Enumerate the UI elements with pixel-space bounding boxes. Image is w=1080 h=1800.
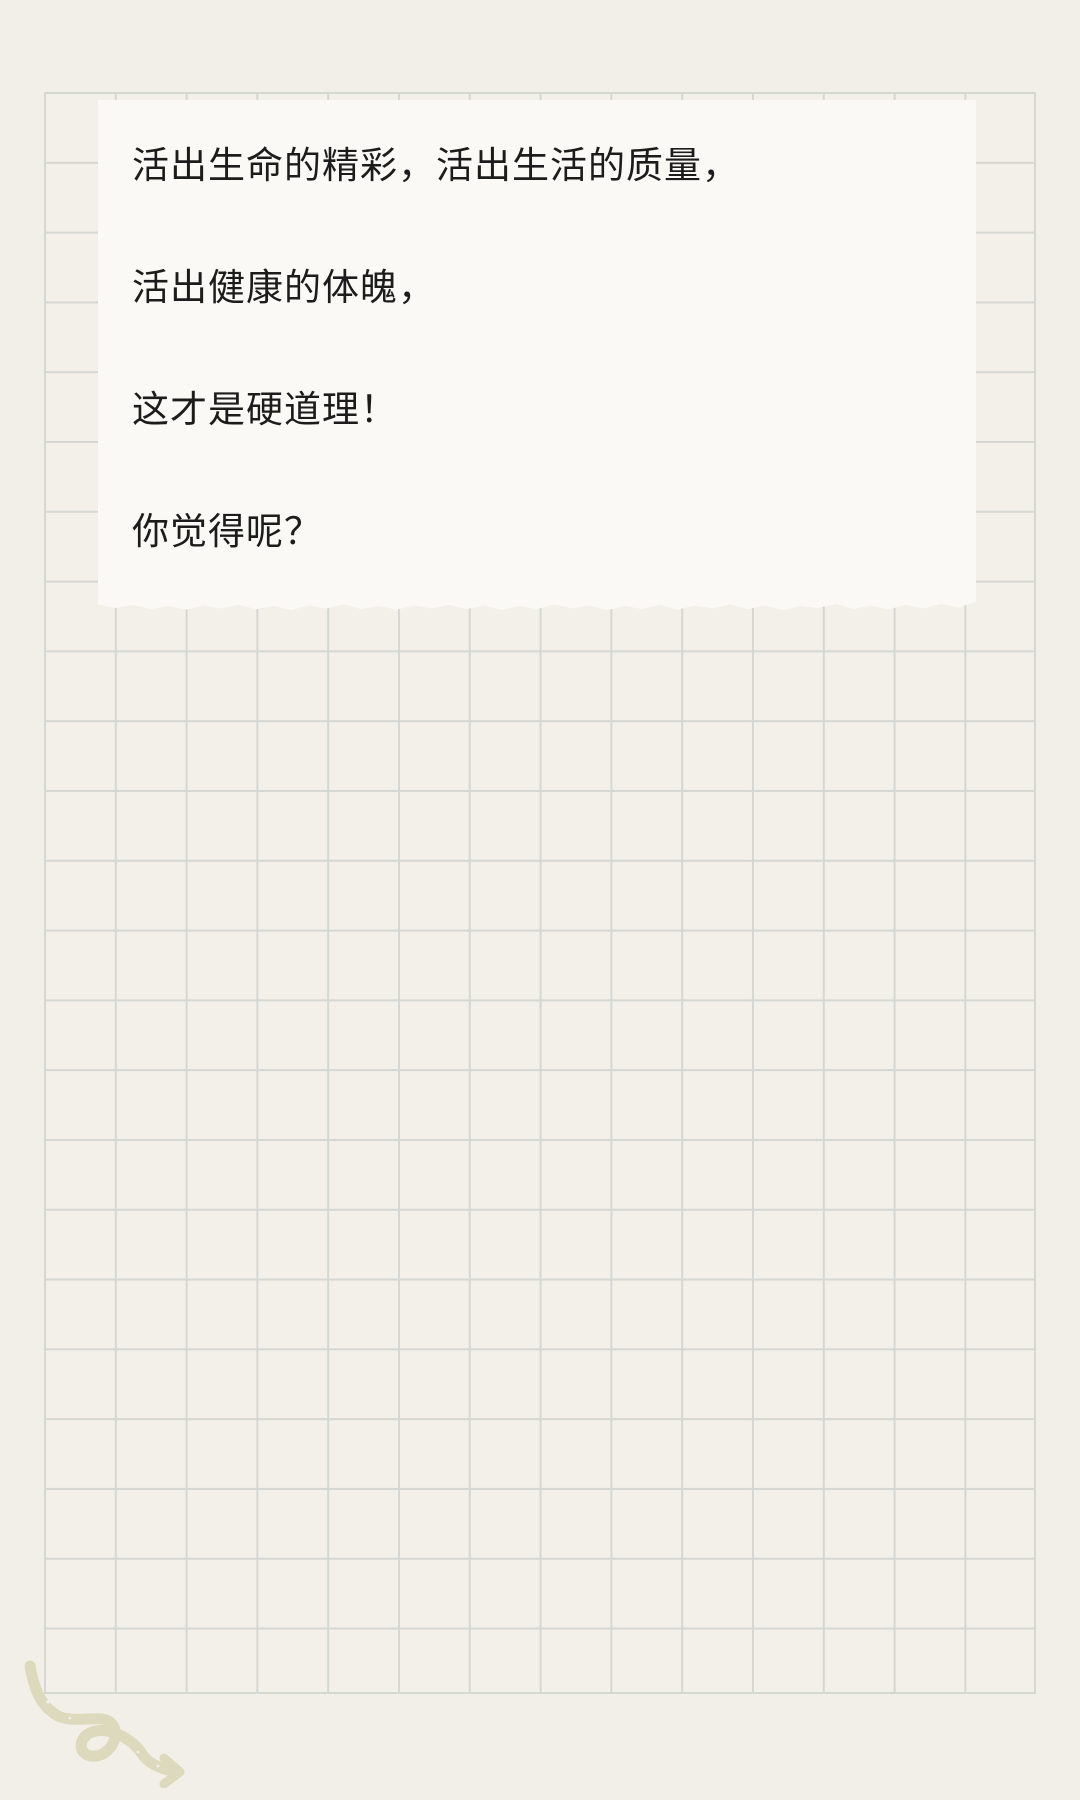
note-line-4: 你觉得呢？ [132, 510, 322, 553]
note-line-2: 活出健康的体魄， [132, 266, 436, 309]
doodle-arrow-icon [24, 1660, 185, 1788]
note-line-3: 这才是硬道理！ [132, 388, 398, 431]
torn-note-card: 活出生命的精彩，活出生活的质量， 活出健康的体魄， 这才是硬道理！ 你觉得呢？ [98, 100, 976, 611]
note-line-1: 活出生命的精彩，活出生活的质量， [132, 144, 740, 187]
